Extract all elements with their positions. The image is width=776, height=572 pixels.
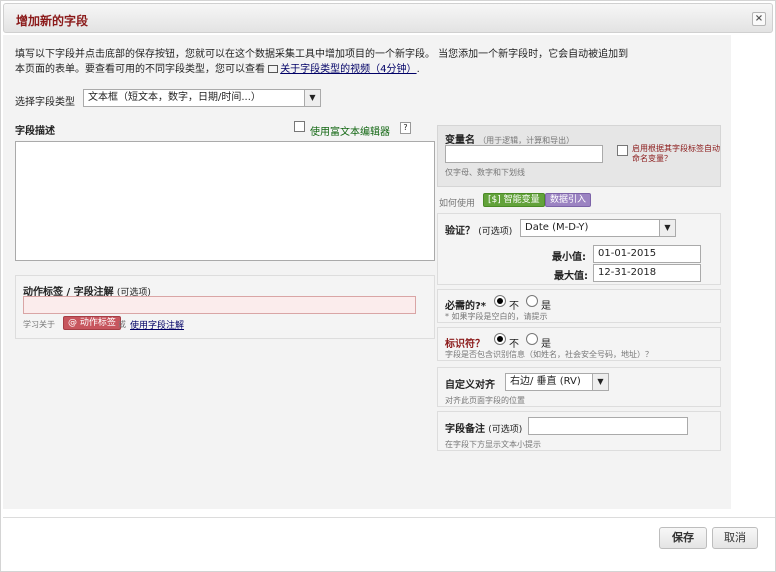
validation-select[interactable]: Date (M-D-Y) ▼ [520,219,676,237]
intro-text: 填写以下字段并点击底部的保存按钮，您就可以在这个数据采集工具中增加项目的一个新字… [15,47,675,77]
chevron-down-icon: ▼ [659,220,675,236]
field-type-label: 选择字段类型 [15,97,75,108]
action-tags-button[interactable]: @ 动作标签 [63,316,121,330]
auto-name-checkbox[interactable] [617,145,628,156]
validation-panel: 验证？ (可选项) Date (M-D-Y) ▼ 最小值: 01-01-2015… [437,213,721,285]
auto-name-label: 启用根据其字段标签自动命名变量？ [632,144,720,163]
identifier-no-label: 不 [509,339,519,350]
identifier-yes-radio[interactable] [526,333,538,345]
smart-variables-button[interactable]: [$] 智能变量 [483,193,545,207]
field-note-input[interactable] [528,417,688,435]
add-field-dialog: 增加新的字段 × 填写以下字段并点击底部的保存按钮，您就可以在这个数据采集工具中… [0,0,776,572]
identifier-note: 字段是否包含识别信息（如姓名，社会安全号码，地址）？ [445,350,653,359]
field-note-label: 字段备注 [445,424,485,435]
footer-divider [3,517,775,518]
chevron-down-icon: ▼ [304,90,320,106]
validation-optional: (可选项) [478,227,513,237]
piping-button[interactable]: 数据引入 [545,193,592,207]
how-to-use-label: 如何使用 [439,199,476,209]
dialog-content: 填写以下字段并点击底部的保存按钮，您就可以在这个数据采集工具中增加项目的一个新字… [3,35,731,509]
required-yes-label: 是 [541,301,551,312]
required-note: * 如果字段是空白的，请提示 [445,312,548,321]
required-no-radio[interactable] [494,295,506,307]
identifier-yes-label: 是 [541,339,551,350]
alignment-select[interactable]: 右边/ 垂直 (RV) ▼ [505,373,609,391]
required-panel: 必需的?* 不 是 * 如果字段是空白的，请提示 [437,289,721,323]
field-note-optional: (可选项) [488,425,523,435]
required-no-label: 不 [509,301,519,312]
alignment-note: 对齐此页面字段的位置 [445,396,525,405]
chevron-down-icon: ▼ [592,374,608,390]
identifier-no-radio[interactable] [494,333,506,345]
field-types-video-link[interactable]: 关于字段类型的视频（4分钟） [280,64,416,75]
min-label: 最小值: [552,252,586,263]
or-label: 或 [118,320,126,329]
variable-label-wrap: 变量名 （用于逻辑，计算和导出） [445,131,574,146]
min-value-input[interactable]: 01-01-2015 [593,245,701,263]
video-icon [268,65,279,73]
field-type-value: 文本框（短文本，数字，日期/时间...） [88,92,261,103]
field-annotation-link[interactable]: 使用字段注解 [130,318,184,331]
field-note-hint: 在字段下方显示文本小提示 [445,440,541,449]
field-note-panel: 字段备注 (可选项) 在字段下方显示文本小提示 [437,411,721,451]
dialog-title: 增加新的字段 [16,14,89,28]
field-type-select[interactable]: 文本框（短文本，数字，日期/时间...） ▼ [83,89,321,107]
description-textarea[interactable] [15,141,435,261]
dialog-titlebar: 增加新的字段 × [3,3,773,33]
alignment-panel: 自定义对齐 右边/ 垂直 (RV) ▼ 对齐此页面字段的位置 [437,367,721,407]
save-button[interactable]: 保存 [659,527,707,549]
close-icon[interactable]: × [752,12,766,26]
alignment-label: 自定义对齐 [445,380,495,391]
validation-label-wrap: 验证？ (可选项) [445,222,512,237]
required-yes-radio[interactable] [526,295,538,307]
variable-note: 仅字母、数字和下划线 [445,168,525,177]
max-label: 最大值: [554,271,588,282]
cancel-button[interactable]: 取消 [712,527,758,549]
rich-text-label[interactable]: 使用富文本编辑器 [310,123,390,138]
intro-line2-end: . [416,64,420,75]
action-tags-input[interactable] [23,296,416,314]
help-icon[interactable]: ? [400,122,411,134]
variable-name-input[interactable] [445,145,603,163]
intro-line2: 本页面的表单。要查看可用的不同字段类型，您可以查看 [15,64,269,75]
description-label: 字段描述 [15,126,55,137]
validation-label: 验证？ [445,226,475,237]
required-label: 必需的?* [445,301,487,312]
max-value-input[interactable]: 12-31-2018 [593,264,701,282]
variable-hint: （用于逻辑，计算和导出） [478,136,575,145]
action-tags-panel: 动作标签 / 字段注解 (可选项) 学习关于 @ 动作标签 或 使用字段注解 [15,275,435,339]
identifier-label: 标识符？ [445,339,485,350]
alignment-value: 右边/ 垂直 (RV) [510,376,581,387]
rich-text-checkbox[interactable] [294,121,305,132]
variable-panel: 变量名 （用于逻辑，计算和导出） 仅字母、数字和下划线 启用根据其字段标签自动命… [437,125,721,187]
validation-value: Date (M-D-Y) [525,222,589,233]
identifier-panel: 标识符？ 不 是 字段是否包含识别信息（如姓名，社会安全号码，地址）？ [437,327,721,361]
learn-about-label: 学习关于 [23,320,55,329]
intro-line1: 填写以下字段并点击底部的保存按钮，您就可以在这个数据采集工具中增加项目的一个新字… [15,49,629,60]
field-note-label-wrap: 字段备注 (可选项) [445,420,522,435]
